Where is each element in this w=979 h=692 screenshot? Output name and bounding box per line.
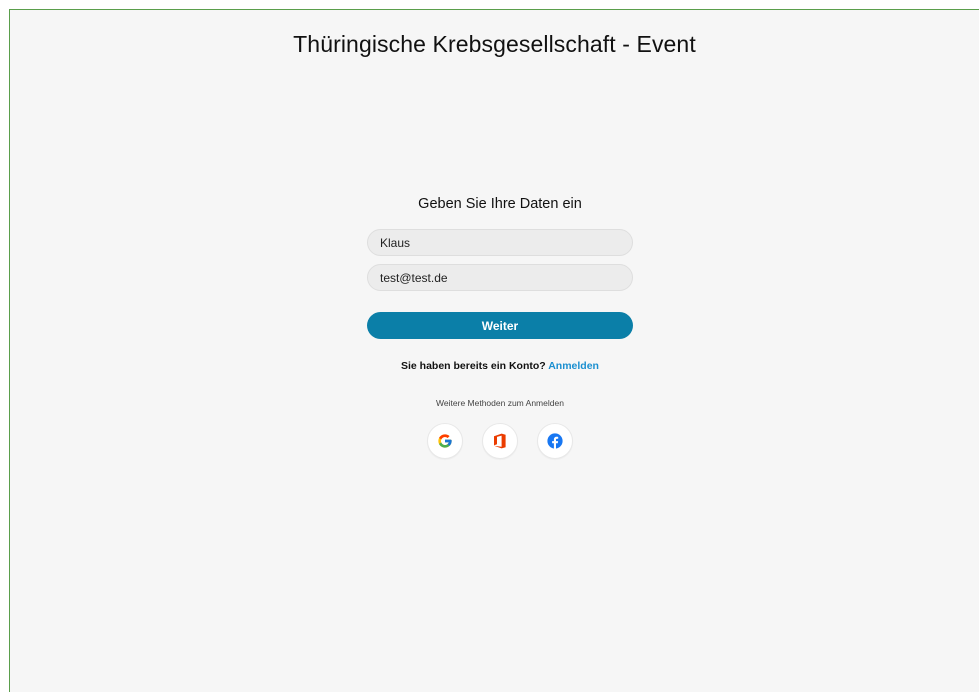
existing-account-question: Sie haben bereits ein Konto? [401, 360, 549, 372]
form-heading: Geben Sie Ihre Daten ein [418, 196, 582, 212]
social-login-row [367, 423, 633, 459]
continue-button[interactable]: Weiter [367, 312, 633, 339]
login-link[interactable]: Anmelden [548, 360, 599, 372]
office-icon [493, 433, 507, 449]
facebook-icon [547, 433, 563, 449]
signup-form: Geben Sie Ihre Daten ein Weiter Sie habe… [367, 194, 633, 459]
existing-account-line: Sie haben bereits ein Konto? Anmelden [367, 359, 633, 373]
facebook-login-button[interactable] [537, 423, 573, 459]
office-login-button[interactable] [482, 423, 518, 459]
email-input[interactable] [367, 264, 633, 291]
more-methods-caption: Weitere Methoden zum Anmelden [436, 398, 564, 408]
google-icon [437, 433, 453, 449]
name-input[interactable] [367, 229, 633, 256]
page-frame: Thüringische Krebsgesellschaft - Event G… [9, 9, 979, 692]
google-login-button[interactable] [427, 423, 463, 459]
page-title: Thüringische Krebsgesellschaft - Event [293, 31, 696, 57]
